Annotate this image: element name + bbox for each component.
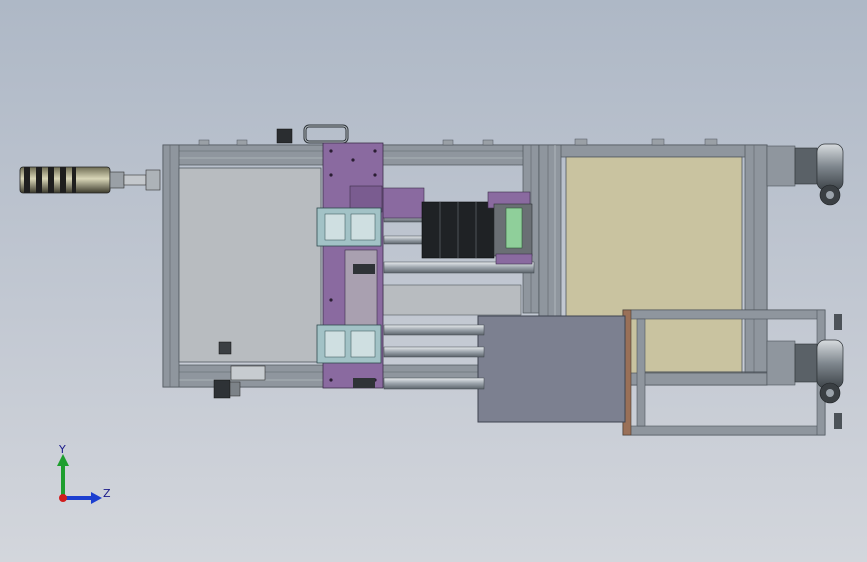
- slate-box: [477, 315, 626, 423]
- caster-wheels: [766, 143, 844, 404]
- left-motor-actuator: [19, 166, 161, 194]
- cad-viewport[interactable]: Y Z: [0, 0, 867, 562]
- triad-x-axis: [59, 494, 67, 502]
- triad-y-label: Y: [58, 443, 66, 456]
- coordinate-triad: Y Z: [57, 443, 111, 504]
- gripper-assembly: [381, 187, 533, 265]
- triad-z-label: Z: [103, 487, 111, 500]
